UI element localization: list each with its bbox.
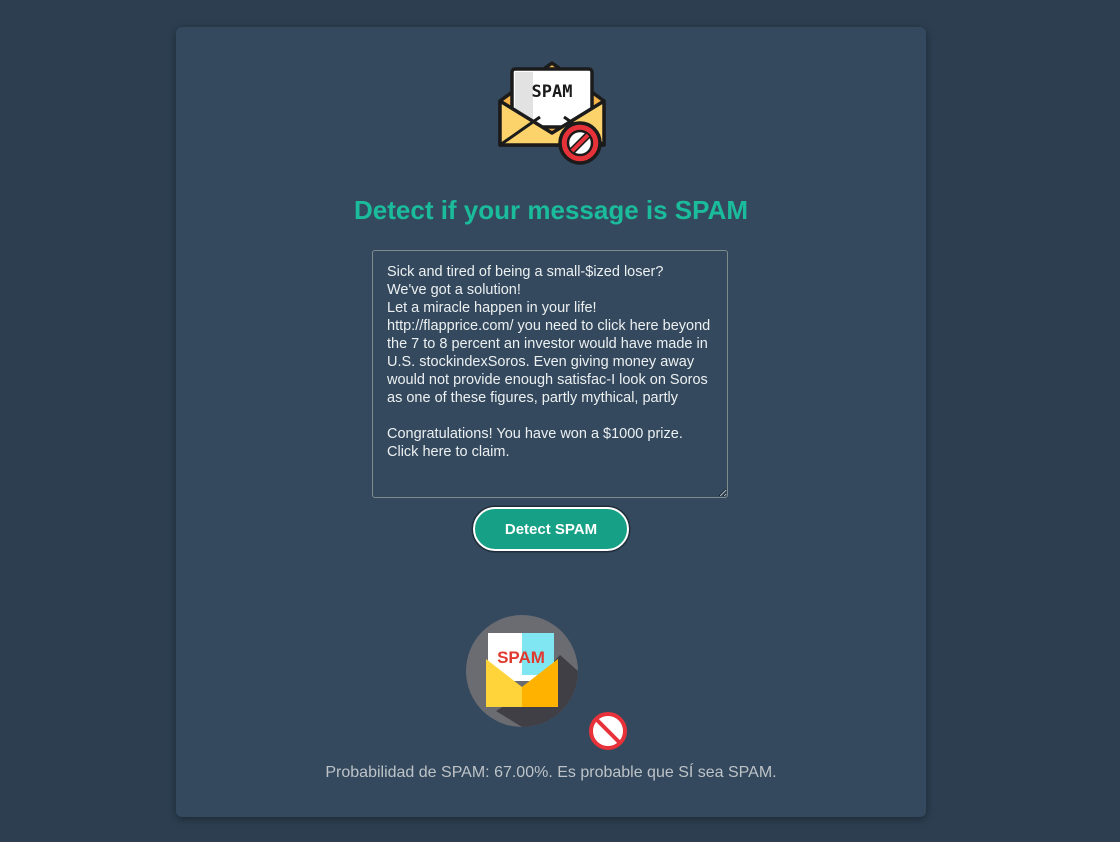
result-text: Probabilidad de SPAM: 67.00%. Es probabl…: [325, 764, 777, 781]
page-title: Detect if your message is SPAM: [354, 195, 748, 225]
envelope-letter-text: SPAM: [532, 82, 573, 102]
result-letter-text: SPAM: [497, 648, 545, 667]
detect-spam-button[interactable]: Detect SPAM: [473, 507, 629, 551]
detector-card: SPAM Detect if your message is SPAM Dete…: [176, 27, 926, 817]
prohibited-icon: [589, 712, 627, 750]
spam-result-envelope-icon: SPAM: [466, 615, 578, 727]
message-input[interactable]: [372, 250, 728, 498]
spam-envelope-icon: SPAM: [498, 61, 606, 165]
